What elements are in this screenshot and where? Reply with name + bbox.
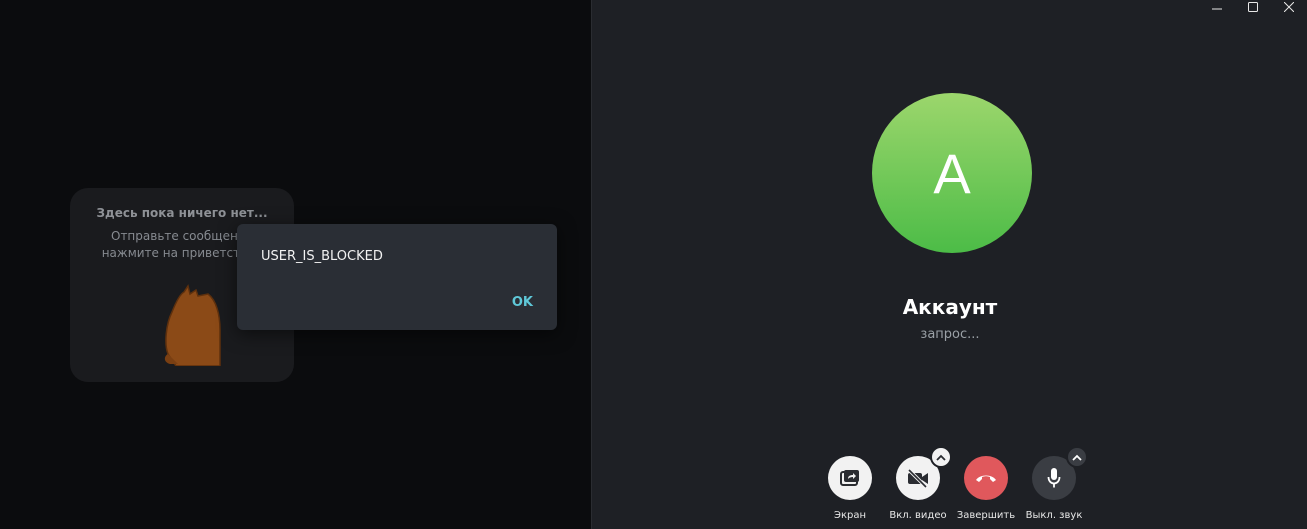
- call-pane: A Аккаунт запрос... Экран Вкл. видео Зав…: [591, 0, 1307, 529]
- screen-share-button[interactable]: [828, 456, 872, 500]
- maximize-button[interactable]: [1235, 0, 1271, 14]
- hang-up-icon: [976, 475, 996, 482]
- mute-button[interactable]: [1032, 446, 1088, 500]
- duck-sticker-icon: [164, 284, 221, 367]
- end-call-button[interactable]: [964, 456, 1008, 500]
- mute-control: Выкл. звук: [1014, 446, 1094, 521]
- screen-share-icon: [840, 470, 859, 486]
- error-dialog: USER_IS_BLOCKED OK: [237, 224, 557, 330]
- video-off-icon: [907, 468, 928, 488]
- close-icon: [1284, 2, 1294, 12]
- mute-label: Выкл. звук: [1025, 510, 1083, 521]
- empty-chat-title: Здесь пока ничего нет...: [96, 206, 268, 220]
- chevron-up-icon: [936, 454, 946, 461]
- avatar-letter: A: [933, 141, 971, 205]
- peer-avatar: A: [872, 93, 1032, 253]
- error-message: USER_IS_BLOCKED: [261, 249, 383, 264]
- close-button[interactable]: [1271, 0, 1307, 14]
- chat-pane: Здесь пока ничего нет... Отправьте сообщ…: [0, 0, 591, 529]
- minimize-icon: [1212, 8, 1222, 10]
- call-controls: Экран Вкл. видео Завершить Выкл. звук: [592, 446, 1307, 529]
- peer-name: Аккаунт: [902, 295, 998, 319]
- maximize-icon: [1248, 2, 1258, 12]
- chevron-up-icon: [1072, 454, 1082, 461]
- video-toggle-button[interactable]: [896, 446, 952, 500]
- ok-button[interactable]: OK: [512, 295, 533, 310]
- audio-options-button[interactable]: [1066, 446, 1088, 468]
- greeting-sticker[interactable]: [162, 284, 224, 367]
- minimize-button[interactable]: [1199, 0, 1235, 14]
- window-controls: [1199, 0, 1307, 14]
- call-status: запрос...: [920, 327, 980, 342]
- microphone-icon: [1047, 468, 1061, 488]
